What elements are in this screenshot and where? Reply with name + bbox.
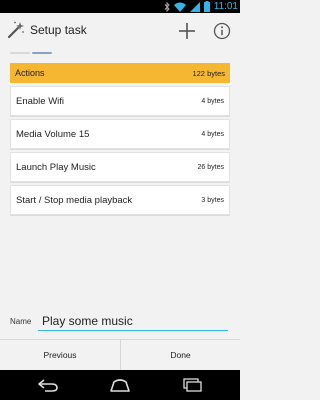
- add-icon[interactable]: [177, 21, 197, 41]
- step-indicator: [10, 52, 70, 55]
- action-bar: Setup task: [0, 13, 240, 48]
- action-item-bytes: 26 bytes: [197, 164, 224, 171]
- action-item-enable-wifi[interactable]: Enable Wifi 4 bytes: [10, 86, 230, 116]
- step-indicator-1: [10, 52, 30, 54]
- done-button[interactable]: Done: [120, 340, 240, 371]
- info-icon[interactable]: [212, 21, 232, 41]
- recent-apps-icon[interactable]: [180, 378, 204, 392]
- actions-header: Actions 122 bytes: [10, 63, 230, 83]
- back-icon[interactable]: [36, 378, 60, 392]
- action-item-bytes: 4 bytes: [201, 98, 224, 105]
- signal-icon: [189, 1, 200, 12]
- bottom-button-bar: Previous Done: [0, 339, 240, 371]
- action-item-bytes: 4 bytes: [201, 131, 224, 138]
- action-item-media-playback[interactable]: Start / Stop media playback 3 bytes: [10, 185, 230, 215]
- status-icons: 11:01: [164, 0, 238, 13]
- action-item-name: Launch Play Music: [16, 162, 96, 173]
- bluetooth-icon: [164, 1, 170, 12]
- action-item-bytes: 3 bytes: [201, 197, 224, 204]
- status-bar: 11:01: [0, 0, 240, 13]
- home-icon[interactable]: [108, 378, 132, 392]
- navigation-bar: [0, 370, 240, 400]
- name-input[interactable]: [38, 311, 228, 331]
- page-title: Setup task: [30, 23, 87, 37]
- battery-icon: [203, 1, 210, 12]
- action-item-name: Enable Wifi: [16, 96, 65, 107]
- action-item-launch-play-music[interactable]: Launch Play Music 26 bytes: [10, 152, 230, 182]
- action-item-name: Media Volume 15: [16, 129, 90, 140]
- step-indicator-2: [32, 52, 52, 54]
- action-item-media-volume[interactable]: Media Volume 15 4 bytes: [10, 119, 230, 149]
- action-list: Enable Wifi 4 bytes Media Volume 15 4 by…: [10, 86, 230, 218]
- actions-header-label: Actions: [15, 68, 45, 78]
- wifi-icon: [173, 2, 186, 12]
- status-time: 11:01: [213, 1, 238, 12]
- name-row: Name: [0, 310, 240, 334]
- name-label: Name: [10, 317, 32, 326]
- wand-icon[interactable]: [6, 20, 26, 40]
- previous-button[interactable]: Previous: [0, 340, 120, 371]
- action-item-name: Start / Stop media playback: [16, 195, 133, 206]
- actions-header-size: 122 bytes: [192, 69, 225, 78]
